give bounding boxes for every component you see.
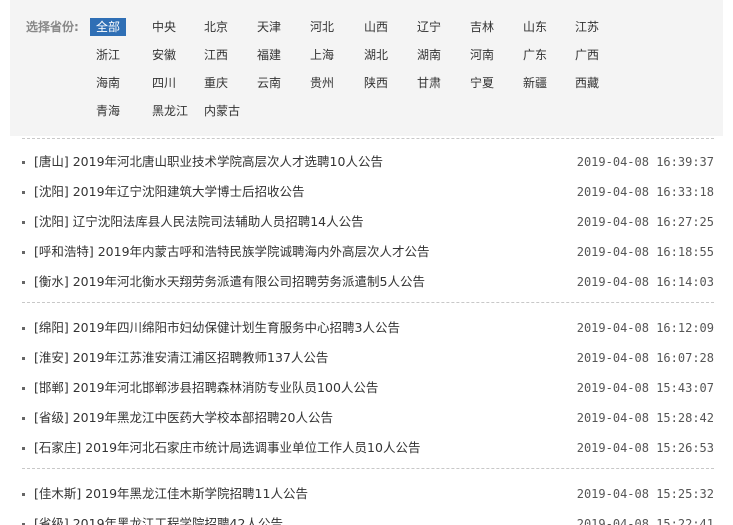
group-divider bbox=[22, 468, 714, 469]
bullet-icon bbox=[22, 281, 25, 284]
news-item: [邯郸] 2019年河北邯郸涉县招聘森林消防专业队员100人公告 2019-04-… bbox=[22, 378, 714, 398]
province-link[interactable]: 广东 bbox=[523, 46, 547, 64]
bullet-icon bbox=[22, 221, 25, 224]
bullet-icon bbox=[22, 447, 25, 450]
news-title-link[interactable]: [衡水] 2019年河北衡水天翔劳务派遣有限公司招聘劳务派遣制5人公告 bbox=[34, 272, 425, 292]
province-link[interactable]: 上海 bbox=[310, 46, 334, 64]
province-link[interactable]: 甘肃 bbox=[417, 74, 441, 92]
province-link[interactable]: 山东 bbox=[523, 18, 547, 36]
province-filter-panel: 选择省份: 全部 中央 北京 天津 河北 山西 辽宁 吉林 山东 江苏浙江 安徽 江西 福建 上海 湖北 湖南… bbox=[10, 0, 723, 136]
news-item: [衡水] 2019年河北衡水天翔劳务派遣有限公司招聘劳务派遣制5人公告 2019-… bbox=[22, 272, 714, 292]
province-link[interactable]: 宁夏 bbox=[470, 74, 494, 92]
filter-label: 选择省份: bbox=[26, 20, 79, 34]
news-title-link[interactable]: [唐山] 2019年河北唐山职业技术学院高层次人才选聘10人公告 bbox=[34, 152, 383, 172]
bullet-icon bbox=[22, 251, 25, 254]
news-title-link[interactable]: [省级] 2019年黑龙江中医药大学校本部招聘20人公告 bbox=[34, 408, 333, 428]
news-item: [佳木斯] 2019年黑龙江佳木斯学院招聘11人公告 2019-04-08 15:… bbox=[22, 484, 714, 504]
province-link[interactable]: 吉林 bbox=[470, 18, 494, 36]
bullet-icon bbox=[22, 161, 25, 164]
news-item: [省级] 2019年黑龙江工程学院招聘42人公告 2019-04-08 15:22… bbox=[22, 514, 714, 525]
province-link[interactable]: 湖北 bbox=[364, 46, 388, 64]
province-link[interactable]: 天津 bbox=[257, 18, 281, 36]
news-timestamp: 2019-04-08 16:39:37 bbox=[576, 155, 714, 169]
news-title-link[interactable]: [邯郸] 2019年河北邯郸涉县招聘森林消防专业队员100人公告 bbox=[34, 378, 378, 398]
news-item: [省级] 2019年黑龙江中医药大学校本部招聘20人公告 2019-04-08 1… bbox=[22, 408, 714, 428]
news-timestamp: 2019-04-08 16:18:55 bbox=[576, 245, 714, 259]
bullet-icon bbox=[22, 417, 25, 420]
province-link[interactable]: 河南 bbox=[470, 46, 494, 64]
province-link[interactable]: 广西 bbox=[575, 46, 599, 64]
province-link[interactable]: 河北 bbox=[310, 18, 334, 36]
province-link[interactable]: 辽宁 bbox=[417, 18, 441, 36]
province-link[interactable]: 江西 bbox=[204, 46, 228, 64]
province-link[interactable]: 陕西 bbox=[364, 74, 388, 92]
news-timestamp: 2019-04-08 16:27:25 bbox=[576, 215, 714, 229]
news-title-link[interactable]: [佳木斯] 2019年黑龙江佳木斯学院招聘11人公告 bbox=[34, 484, 308, 504]
news-title-link[interactable]: [沈阳] 辽宁沈阳法库县人民法院司法辅助人员招聘14人公告 bbox=[34, 212, 364, 232]
province-link[interactable]: 北京 bbox=[204, 18, 228, 36]
news-item: [呼和浩特] 2019年内蒙古呼和浩特民族学院诚聘海内外高层次人才公告 2019-… bbox=[22, 242, 714, 262]
group-divider bbox=[22, 138, 714, 139]
province-link[interactable]: 全部 bbox=[90, 18, 127, 36]
news-timestamp: 2019-04-08 16:14:03 bbox=[576, 275, 714, 289]
news-item: [沈阳] 2019年辽宁沈阳建筑大学博士后招收公告 2019-04-08 16:3… bbox=[22, 182, 714, 202]
news-timestamp: 2019-04-08 16:33:18 bbox=[576, 185, 714, 199]
news-timestamp: 2019-04-08 15:43:07 bbox=[576, 381, 714, 395]
province-link[interactable]: 江苏 bbox=[575, 18, 599, 36]
province-link[interactable]: 山西 bbox=[364, 18, 388, 36]
news-timestamp: 2019-04-08 15:26:53 bbox=[576, 441, 714, 455]
province-link[interactable]: 重庆 bbox=[204, 74, 228, 92]
province-link[interactable]: 海南 bbox=[96, 74, 120, 92]
bullet-icon bbox=[22, 357, 25, 360]
province-link[interactable]: 新疆 bbox=[523, 74, 547, 92]
news-item: [沈阳] 辽宁沈阳法库县人民法院司法辅助人员招聘14人公告 2019-04-08 … bbox=[22, 212, 714, 232]
news-title-link[interactable]: [沈阳] 2019年辽宁沈阳建筑大学博士后招收公告 bbox=[34, 182, 305, 202]
bullet-icon bbox=[22, 387, 25, 390]
news-timestamp: 2019-04-08 15:25:32 bbox=[576, 487, 714, 501]
news-timestamp: 2019-04-08 16:07:28 bbox=[576, 351, 714, 365]
news-title-link[interactable]: [呼和浩特] 2019年内蒙古呼和浩特民族学院诚聘海内外高层次人才公告 bbox=[34, 242, 430, 262]
province-link[interactable]: 中央 bbox=[152, 18, 176, 36]
group-divider bbox=[22, 302, 714, 303]
province-link[interactable]: 福建 bbox=[257, 46, 281, 64]
province-link[interactable]: 安徽 bbox=[152, 46, 176, 64]
province-link[interactable]: 湖南 bbox=[417, 46, 441, 64]
province-link[interactable]: 浙江 bbox=[96, 46, 120, 64]
bullet-icon bbox=[22, 327, 25, 330]
news-timestamp: 2019-04-08 15:22:41 bbox=[576, 517, 714, 525]
news-item: [唐山] 2019年河北唐山职业技术学院高层次人才选聘10人公告 2019-04-… bbox=[22, 152, 714, 172]
news-title-link[interactable]: [石家庄] 2019年河北石家庄市统计局选调事业单位工作人员10人公告 bbox=[34, 438, 420, 458]
province-link[interactable]: 青海 bbox=[96, 102, 120, 120]
news-title-link[interactable]: [绵阳] 2019年四川绵阳市妇幼保健计划生育服务中心招聘3人公告 bbox=[34, 318, 400, 338]
news-timestamp: 2019-04-08 16:12:09 bbox=[576, 321, 714, 335]
news-title-link[interactable]: [淮安] 2019年江苏淮安清江浦区招聘教师137人公告 bbox=[34, 348, 328, 368]
province-link[interactable]: 西藏 bbox=[575, 74, 599, 92]
news-item: [绵阳] 2019年四川绵阳市妇幼保健计划生育服务中心招聘3人公告 2019-04… bbox=[22, 318, 714, 338]
bullet-icon bbox=[22, 191, 25, 194]
news-timestamp: 2019-04-08 15:28:42 bbox=[576, 411, 714, 425]
province-link[interactable]: 贵州 bbox=[310, 74, 334, 92]
province-link[interactable]: 内蒙古 bbox=[204, 102, 240, 120]
province-link[interactable]: 云南 bbox=[257, 74, 281, 92]
bullet-icon bbox=[22, 493, 25, 496]
province-link[interactable]: 四川 bbox=[152, 74, 176, 92]
province-link[interactable]: 黑龙江 bbox=[152, 102, 188, 120]
news-item: [石家庄] 2019年河北石家庄市统计局选调事业单位工作人员10人公告 2019-… bbox=[22, 438, 714, 458]
news-item: [淮安] 2019年江苏淮安清江浦区招聘教师137人公告 2019-04-08 1… bbox=[22, 348, 714, 368]
news-title-link[interactable]: [省级] 2019年黑龙江工程学院招聘42人公告 bbox=[34, 514, 283, 525]
